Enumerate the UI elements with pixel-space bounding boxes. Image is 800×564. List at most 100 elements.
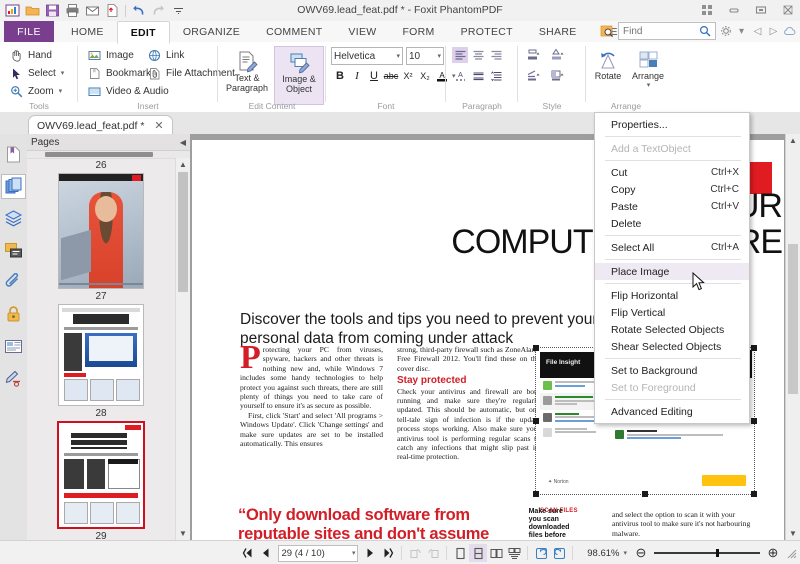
continuous-view-button[interactable] xyxy=(469,544,487,562)
continuous-facing-view-button[interactable] xyxy=(505,544,523,562)
tab-organize[interactable]: ORGANIZE xyxy=(170,21,253,42)
ribbon-display-options-icon[interactable] xyxy=(700,3,713,16)
rotate-left-button[interactable] xyxy=(532,544,550,562)
first-page-button[interactable] xyxy=(239,544,257,562)
menu-item-flip-vertical[interactable]: Flip Vertical xyxy=(595,304,749,321)
help-cloud-icon[interactable] xyxy=(783,25,796,38)
settings-gear-icon[interactable] xyxy=(719,25,732,38)
insert-video-audio-button[interactable]: Video & Audio xyxy=(84,82,172,100)
tab-form[interactable]: FORM xyxy=(389,21,447,42)
find-input[interactable] xyxy=(621,25,699,38)
collapse-panel-icon[interactable]: ◀ xyxy=(180,138,186,147)
scrollbar-thumb[interactable] xyxy=(178,172,188,292)
underline-button[interactable]: U xyxy=(366,68,382,84)
chevron-down-icon[interactable]: ▾ xyxy=(647,81,651,91)
zoom-slider[interactable] xyxy=(654,548,760,558)
zoom-tool-button[interactable]: Zoom ▾ xyxy=(6,82,67,100)
rotate-button[interactable]: Rotate xyxy=(590,46,626,103)
tab-protect[interactable]: PROTECT xyxy=(448,21,526,42)
menu-item-copy[interactable]: CopyCtrl+C xyxy=(595,181,749,198)
attachments-panel-icon[interactable] xyxy=(1,270,26,295)
facing-view-button[interactable] xyxy=(487,544,505,562)
zoom-slider-knob[interactable] xyxy=(716,549,719,557)
resize-grip-icon[interactable] xyxy=(782,544,800,562)
next-view-icon[interactable]: ▷ xyxy=(767,25,780,38)
close-button[interactable] xyxy=(781,3,794,16)
advanced-search-icon[interactable] xyxy=(599,23,615,39)
chevron-down-icon[interactable]: ▾ xyxy=(59,87,63,95)
font-size-select[interactable]: 10 ▾ xyxy=(406,47,444,65)
chevron-down-icon[interactable]: ▾ xyxy=(396,52,400,60)
scroll-up-icon[interactable]: ▲ xyxy=(176,158,190,171)
chevron-down-icon[interactable]: ▾ xyxy=(735,25,748,38)
hand-tool-button[interactable]: Hand xyxy=(6,46,67,64)
chevron-down-icon[interactable]: ▾ xyxy=(61,69,65,77)
bookmarks-panel-icon[interactable] xyxy=(1,142,26,167)
tab-edit[interactable]: EDIT xyxy=(117,21,170,44)
align-center-button[interactable] xyxy=(470,47,486,63)
comments-panel-icon[interactable] xyxy=(1,238,26,263)
menu-item-place-image[interactable]: Place Image xyxy=(595,263,749,280)
menu-item-paste[interactable]: PasteCtrl+V xyxy=(595,198,749,215)
minimize-button[interactable] xyxy=(727,3,740,16)
menu-item-select-all[interactable]: Select AllCtrl+A xyxy=(595,239,749,256)
tab-view[interactable]: VIEW xyxy=(335,21,389,42)
tab-file[interactable]: FILE xyxy=(4,21,54,42)
menu-item-rotate-selected-objects[interactable]: Rotate Selected Objects xyxy=(595,321,749,338)
scroll-down-icon[interactable]: ▼ xyxy=(786,527,800,540)
font-family-select[interactable]: Helvetica ▾ xyxy=(331,47,403,65)
list-item[interactable]: 28 xyxy=(27,406,175,529)
chevron-down-icon[interactable]: ▾ xyxy=(352,549,356,557)
page-thumbnail[interactable] xyxy=(58,173,144,289)
page-thumbnail-list[interactable]: 26 27 xyxy=(27,158,175,540)
opacity-button[interactable] xyxy=(547,68,567,84)
scroll-down-icon[interactable]: ▼ xyxy=(176,527,190,540)
tab-comment[interactable]: COMMENT xyxy=(253,21,335,42)
last-page-button[interactable] xyxy=(379,544,397,562)
layers-panel-icon[interactable] xyxy=(1,206,26,231)
page-number-input[interactable]: 29 (4 / 10) ▾ xyxy=(278,545,358,562)
close-icon[interactable]: ✕ xyxy=(154,119,163,132)
pages-panel-icon[interactable] xyxy=(1,174,26,199)
scrollbar-thumb[interactable] xyxy=(45,152,153,157)
select-tool-button[interactable]: Select ▾ xyxy=(6,64,67,82)
list-item[interactable]: 27 xyxy=(27,289,175,406)
arrange-button[interactable]: Arrange ▾ xyxy=(628,46,668,103)
pages-vertical-scrollbar[interactable]: ▲ ▼ xyxy=(175,158,190,540)
maximize-button[interactable] xyxy=(754,3,767,16)
fields-panel-icon[interactable] xyxy=(1,334,26,359)
align-right-button[interactable] xyxy=(488,47,504,63)
zoom-out-button[interactable]: ⊖ xyxy=(632,544,650,562)
superscript-button[interactable]: X² xyxy=(400,68,416,84)
prev-view-icon[interactable]: ◁ xyxy=(751,25,764,38)
resize-handle-e[interactable] xyxy=(751,418,757,424)
stroke-color-button[interactable] xyxy=(547,47,567,63)
chevron-down-icon[interactable]: ▾ xyxy=(623,549,627,557)
chevron-down-icon[interactable]: ▾ xyxy=(437,52,441,60)
italic-button[interactable]: I xyxy=(349,68,365,84)
menu-item-shear-selected-objects[interactable]: Shear Selected Objects xyxy=(595,338,749,355)
align-left-button[interactable] xyxy=(452,47,468,63)
fill-color-button[interactable] xyxy=(523,47,543,63)
zoom-in-button[interactable]: ⊕ xyxy=(764,544,782,562)
document-vertical-scrollbar[interactable]: ▲ ▼ xyxy=(785,134,800,540)
resize-handle-sw[interactable] xyxy=(533,491,539,497)
tab-home[interactable]: HOME xyxy=(58,21,117,42)
image-and-object-button[interactable]: Image & Object xyxy=(274,46,324,105)
list-item[interactable]: 26 xyxy=(27,158,175,289)
menu-item-properties[interactable]: Properties... xyxy=(595,116,749,133)
menu-item-flip-horizontal[interactable]: Flip Horizontal xyxy=(595,287,749,304)
next-page-button[interactable] xyxy=(361,544,379,562)
line-spacing-button[interactable] xyxy=(470,68,486,84)
rotate-right-button[interactable] xyxy=(550,544,568,562)
resize-handle-se[interactable] xyxy=(751,491,757,497)
find-input-wrapper[interactable] xyxy=(618,22,716,40)
scrollbar-thumb[interactable] xyxy=(788,244,798,394)
strikethrough-button[interactable]: abc xyxy=(383,68,399,84)
menu-item-delete[interactable]: Delete xyxy=(595,215,749,232)
resize-handle-s[interactable] xyxy=(642,491,648,497)
menu-item-cut[interactable]: CutCtrl+X xyxy=(595,164,749,181)
page-thumbnail[interactable] xyxy=(58,304,144,406)
previous-page-button[interactable] xyxy=(257,544,275,562)
resize-handle-w[interactable] xyxy=(533,418,539,424)
